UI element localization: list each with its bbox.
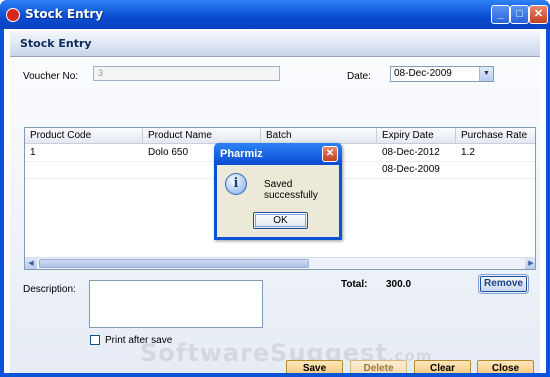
total-label: Total: — [341, 279, 368, 290]
info-icon: i — [225, 173, 247, 195]
description-label: Description: — [23, 284, 76, 295]
date-label: Date: — [347, 71, 371, 82]
close-button[interactable]: Close — [477, 360, 534, 373]
description-textarea[interactable] — [89, 280, 263, 328]
save-button[interactable]: Save — [286, 360, 343, 373]
column-header-product-name[interactable]: Product Name — [143, 128, 261, 144]
maximize-button[interactable]: □ — [510, 5, 529, 24]
chevron-down-icon[interactable]: ▼ — [479, 67, 493, 81]
print-after-save-checkbox[interactable] — [90, 335, 100, 345]
cell-product-code[interactable] — [25, 162, 143, 178]
clear-button[interactable]: Clear — [414, 360, 471, 373]
date-value: 08-Dec-2009 — [394, 68, 452, 79]
dialog-close-icon[interactable]: ✕ — [322, 146, 338, 162]
remove-button[interactable]: Remove — [478, 274, 529, 294]
scroll-left-icon[interactable]: ◀ — [25, 258, 37, 269]
message-dialog: Pharmiz ✕ i Saved successfully OK — [214, 143, 342, 240]
voucher-label: Voucher No: — [23, 71, 79, 82]
cell-expiry-date[interactable]: 08-Dec-2009 — [377, 162, 456, 178]
voucher-input[interactable]: 3 — [93, 66, 280, 81]
page-title: Stock Entry — [20, 37, 92, 50]
cell-purchase-rate[interactable] — [456, 162, 535, 178]
close-window-button[interactable]: ✕ — [529, 5, 548, 24]
column-header-product-code[interactable]: Product Code — [25, 128, 143, 144]
title-bar[interactable]: Stock Entry _ □ ✕ — [0, 0, 550, 29]
dialog-body: i Saved successfully OK — [217, 165, 339, 237]
stock-entry-window: Stock Entry _ □ ✕ Stock Entry Voucher No… — [0, 0, 550, 377]
grid-header: Product Code Product Name Batch Expiry D… — [25, 128, 535, 144]
total-value: 300.0 — [386, 279, 412, 290]
window-title: Stock Entry — [25, 7, 104, 21]
form-header: Stock Entry — [10, 31, 540, 57]
date-picker[interactable]: 08-Dec-2009 ▼ — [390, 66, 494, 82]
column-header-purchase-rate[interactable]: Purchase Rate — [456, 128, 535, 144]
column-header-expiry-date[interactable]: Expiry Date — [377, 128, 456, 144]
delete-button[interactable]: Delete — [350, 360, 407, 373]
scroll-right-icon[interactable]: ▶ — [525, 258, 535, 269]
cell-product-code[interactable]: 1 — [25, 145, 143, 161]
column-header-batch[interactable]: Batch — [261, 128, 377, 144]
minimize-button[interactable]: _ — [491, 5, 510, 24]
app-icon — [6, 8, 20, 22]
scroll-thumb[interactable] — [39, 259, 309, 268]
dialog-message: Saved successfully — [264, 179, 318, 201]
cell-expiry-date[interactable]: 08-Dec-2012 — [377, 145, 456, 161]
cell-purchase-rate[interactable]: 1.2 — [456, 145, 535, 161]
horizontal-scrollbar[interactable]: ◀ ▶ — [25, 257, 535, 269]
ok-button[interactable]: OK — [253, 212, 308, 229]
